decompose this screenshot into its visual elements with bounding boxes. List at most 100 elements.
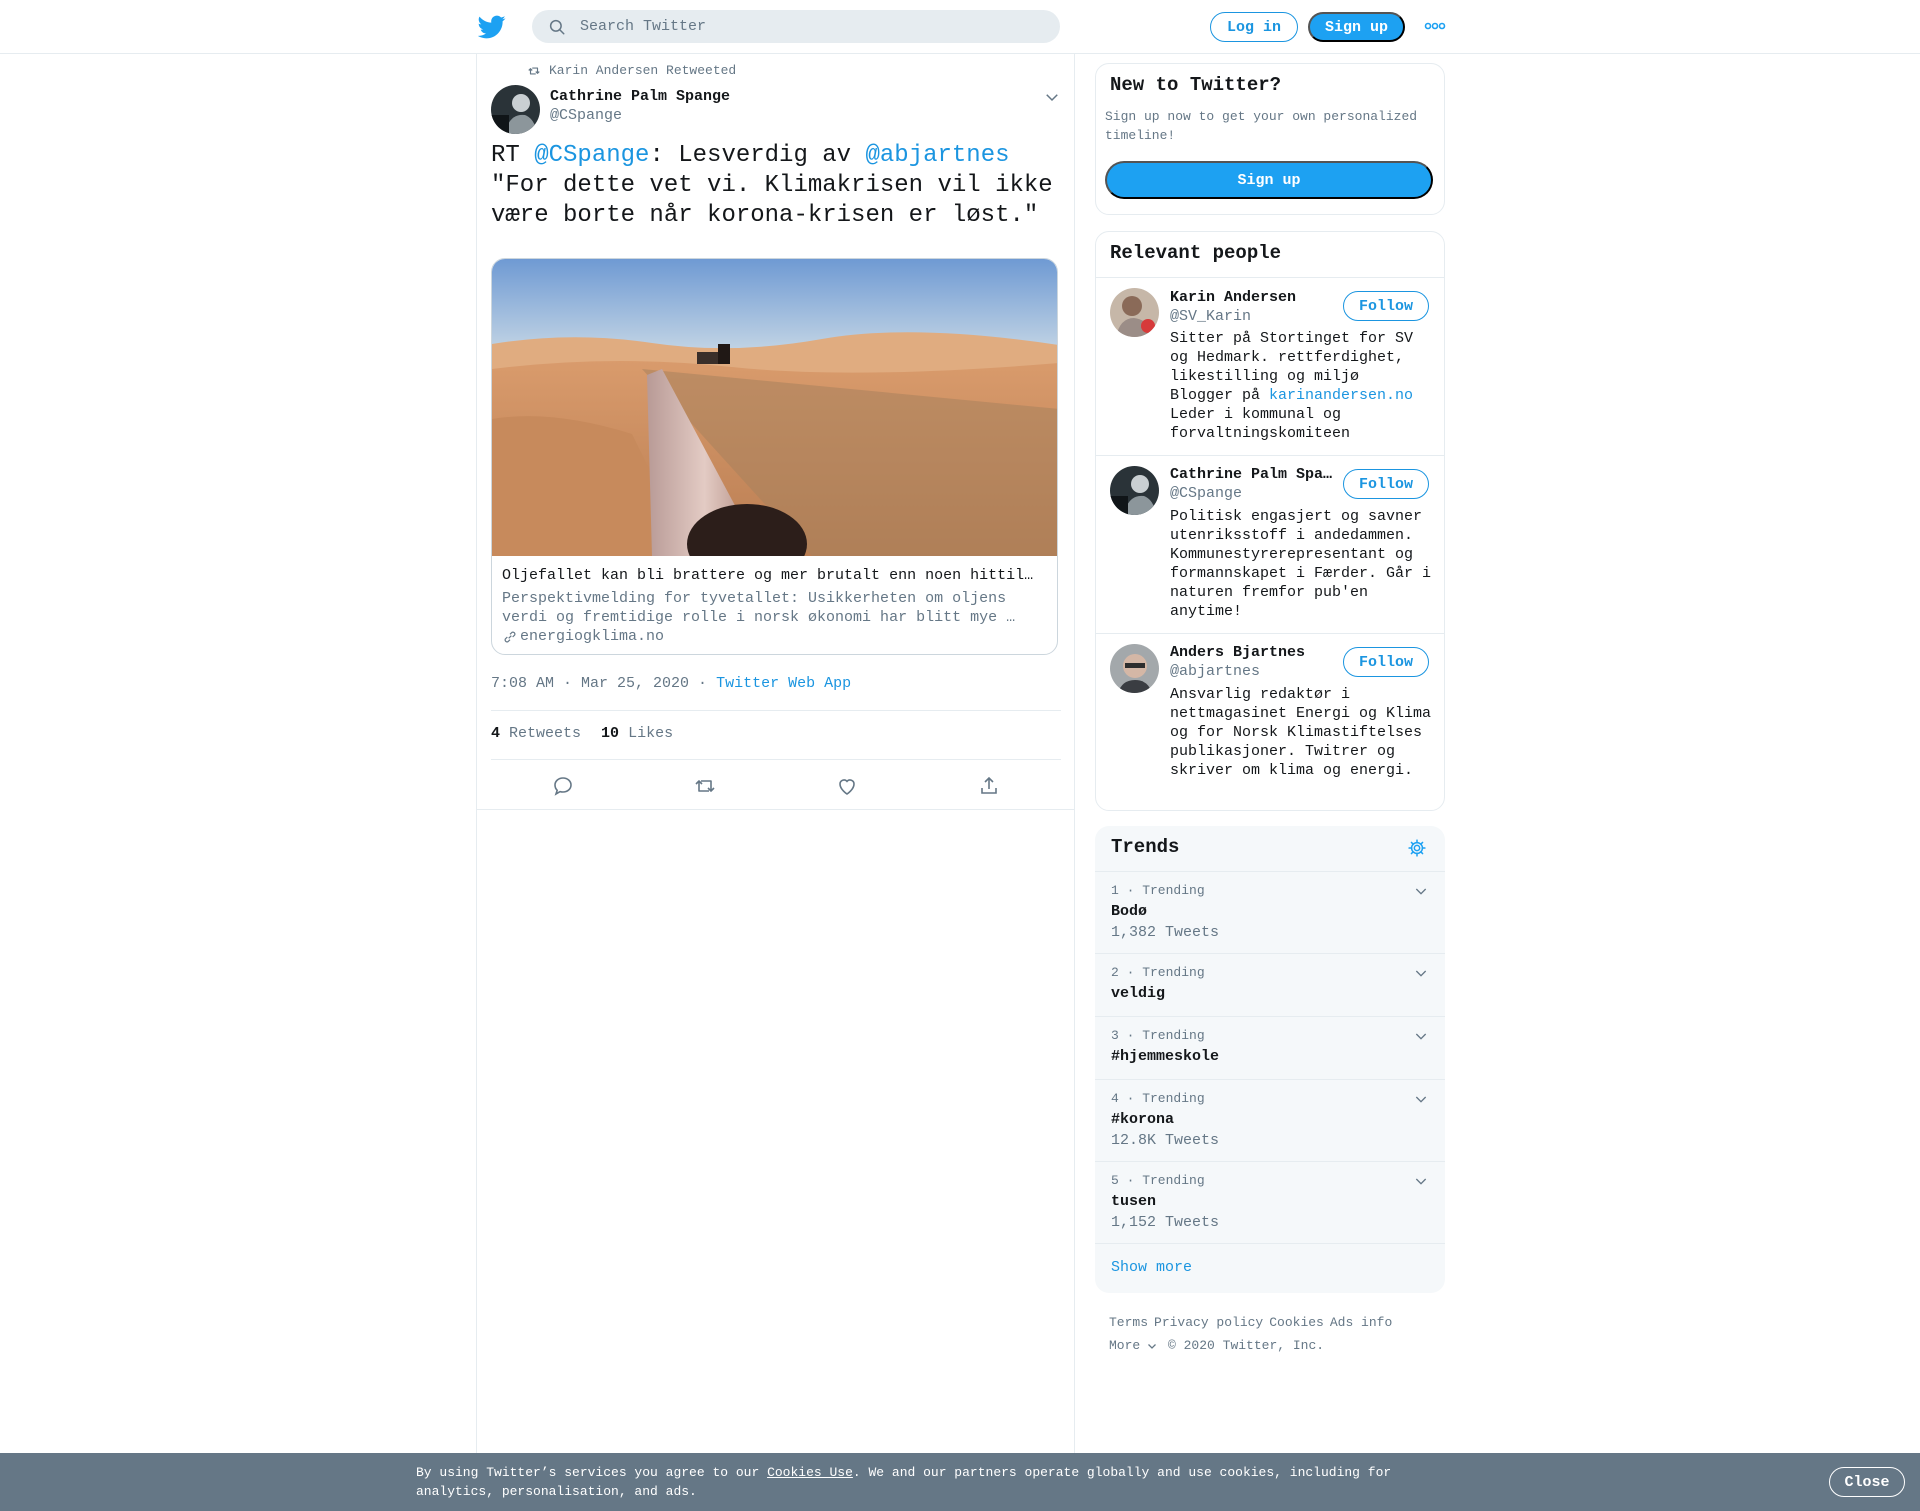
- login-button[interactable]: Log in: [1210, 12, 1298, 42]
- show-more-row[interactable]: Show more: [1095, 1243, 1445, 1293]
- search-input[interactable]: [580, 10, 1040, 43]
- person-handle[interactable]: @SV_Karin: [1170, 308, 1251, 325]
- trend-item[interactable]: 1 · Trending Bodø 1,382 Tweets: [1095, 871, 1445, 953]
- chevron-down-icon[interactable]: [1413, 1173, 1429, 1189]
- card-description: Perspektivmelding for tyvetallet: Usikke…: [502, 590, 1016, 626]
- person-avatar[interactable]: [1110, 644, 1159, 693]
- footer-link-privacy[interactable]: Privacy policy: [1154, 1315, 1263, 1330]
- trend-meta: 5 · Trending: [1111, 1173, 1205, 1188]
- trend-name: veldig: [1111, 985, 1166, 1002]
- retweeted-by-label[interactable]: Karin Andersen Retweeted: [549, 63, 736, 78]
- footer-link-ads[interactable]: Ads info: [1330, 1315, 1392, 1330]
- reply-icon[interactable]: [551, 774, 575, 798]
- person-avatar[interactable]: [1110, 466, 1159, 515]
- trend-item[interactable]: 3 · Trending #hjemmeskole: [1095, 1016, 1445, 1079]
- divider: [477, 809, 1074, 810]
- trend-name: #hjemmeskole: [1111, 1048, 1220, 1065]
- retweet-icon[interactable]: [693, 774, 717, 798]
- chevron-down-icon[interactable]: [1413, 1028, 1429, 1044]
- link-card[interactable]: Oljefallet kan bli brattere og mer bruta…: [491, 258, 1058, 655]
- trend-count: 1,382 Tweets: [1111, 924, 1220, 941]
- share-icon[interactable]: [977, 774, 1001, 798]
- close-cookie-button[interactable]: Close: [1829, 1467, 1905, 1497]
- person-bio: Politisk engasjert og savner utenrikssto…: [1170, 508, 1441, 620]
- person-name[interactable]: Cathrine Palm Spange: [1170, 466, 1335, 483]
- show-more-link[interactable]: Show more: [1111, 1259, 1192, 1276]
- meta-separator: ·: [689, 675, 717, 692]
- person-bio-text: Leder i kommunal og forvaltningskomiteen: [1170, 406, 1351, 442]
- gear-icon[interactable]: [1407, 838, 1427, 858]
- chevron-down-icon[interactable]: [1413, 965, 1429, 981]
- person-item[interactable]: Anders Bjartnes @abjartnes Follow Ansvar…: [1096, 633, 1444, 811]
- person-item[interactable]: Cathrine Palm Spange @CSpange Follow Pol…: [1096, 455, 1444, 633]
- person-name[interactable]: Karin Andersen: [1170, 289, 1335, 306]
- author-name[interactable]: Cathrine Palm Spange: [550, 88, 730, 105]
- trend-item[interactable]: 2 · Trending veldig: [1095, 953, 1445, 1016]
- like-count: 10: [601, 725, 620, 742]
- follow-button[interactable]: Follow: [1343, 291, 1429, 321]
- tweet-column: Karin Andersen Retweeted Cathrine Palm S…: [476, 54, 1075, 1454]
- tweet-stats: 4 Retweets 10 Likes: [491, 725, 673, 742]
- trend-item[interactable]: 5 · Trending tusen 1,152 Tweets: [1095, 1161, 1445, 1243]
- tweet-timestamp[interactable]: 7:08 AM · Mar 25, 2020: [491, 675, 689, 692]
- search-bar[interactable]: [532, 10, 1060, 43]
- trend-name: #korona: [1111, 1111, 1175, 1128]
- signup-button[interactable]: Sign up: [1308, 12, 1405, 42]
- new-to-twitter-card: New to Twitter? Sign up now to get your …: [1095, 63, 1445, 215]
- cookie-banner: By using Twitter’s services you agree to…: [0, 1453, 1920, 1511]
- link-icon: [504, 631, 516, 642]
- follow-button[interactable]: Follow: [1343, 647, 1429, 677]
- trend-name: Bodø: [1111, 903, 1148, 920]
- trend-count: 1,152 Tweets: [1111, 1214, 1220, 1231]
- retweet-count: 4: [491, 725, 501, 742]
- top-bar: Log in Sign up: [0, 0, 1920, 54]
- trend-item[interactable]: 4 · Trending #korona 12.8K Tweets: [1095, 1079, 1445, 1161]
- chevron-down-icon[interactable]: [1413, 883, 1429, 899]
- trends-card: Trends 1 · Trending Bodø 1,382 Tweets 2 …: [1095, 826, 1445, 1293]
- like-stat[interactable]: 10 Likes: [601, 725, 673, 742]
- cookie-text: By using Twitter’s services you agree to…: [416, 1463, 1416, 1501]
- trend-name: tusen: [1111, 1193, 1157, 1210]
- mention-link[interactable]: @CSpange: [534, 142, 649, 169]
- tweet-text: RT @CSpange: Lesverdig av @abjartnes "Fo…: [491, 141, 1061, 231]
- retweet-context: Karin Andersen Retweeted: [527, 63, 736, 78]
- divider: [491, 710, 1061, 711]
- tweet-source[interactable]: Twitter Web App: [716, 675, 851, 692]
- follow-button[interactable]: Follow: [1343, 469, 1429, 499]
- person-name[interactable]: Anders Bjartnes: [1170, 644, 1335, 661]
- like-icon[interactable]: [835, 774, 859, 798]
- footer-link-cookies[interactable]: Cookies: [1269, 1315, 1324, 1330]
- person-handle[interactable]: @CSpange: [1170, 485, 1242, 502]
- footer-links: Terms Privacy policy Cookies Ads info More …: [1109, 1311, 1439, 1357]
- chevron-down-icon: [1148, 1343, 1157, 1349]
- search-icon: [549, 19, 565, 35]
- cookie-text-part: By using Twitter’s services you agree to…: [416, 1465, 768, 1480]
- trend-meta: 4 · Trending: [1111, 1091, 1205, 1106]
- bio-link[interactable]: karinandersen.no: [1269, 387, 1413, 404]
- retweet-stat[interactable]: 4 Retweets: [491, 725, 581, 742]
- divider: [491, 759, 1061, 760]
- cookies-use-link[interactable]: Cookies Use: [767, 1465, 853, 1480]
- signup-button[interactable]: Sign up: [1105, 161, 1433, 199]
- trends-title: Trends: [1111, 836, 1180, 858]
- person-bio: Sitter på Stortinget for SV og Hedmark. …: [1170, 329, 1432, 443]
- retweet-label: Retweets: [509, 725, 582, 742]
- person-item[interactable]: Karin Andersen @SV_Karin Follow Sitter p…: [1096, 277, 1444, 455]
- author-avatar[interactable]: [491, 85, 540, 134]
- more-icon[interactable]: [1424, 20, 1446, 32]
- like-label: Likes: [628, 725, 674, 742]
- chevron-down-icon[interactable]: [1413, 1091, 1429, 1107]
- tweet-text-prefix: RT: [491, 142, 535, 169]
- trend-meta: 1 · Trending: [1111, 883, 1205, 898]
- author-handle[interactable]: @CSpange: [550, 107, 622, 124]
- twitter-logo-icon[interactable]: [478, 13, 506, 41]
- new-to-twitter-description: Sign up now to get your own personalized…: [1105, 109, 1418, 143]
- person-handle[interactable]: @abjartnes: [1170, 663, 1260, 680]
- mention-link[interactable]: @abjartnes: [865, 142, 1009, 169]
- footer-more[interactable]: More: [1109, 1338, 1158, 1353]
- footer-link-terms[interactable]: Terms: [1109, 1315, 1148, 1330]
- relevant-people-title: Relevant people: [1110, 242, 1282, 264]
- trend-meta: 3 · Trending: [1111, 1028, 1205, 1043]
- person-avatar[interactable]: [1110, 288, 1159, 337]
- chevron-down-icon[interactable]: [1043, 88, 1061, 106]
